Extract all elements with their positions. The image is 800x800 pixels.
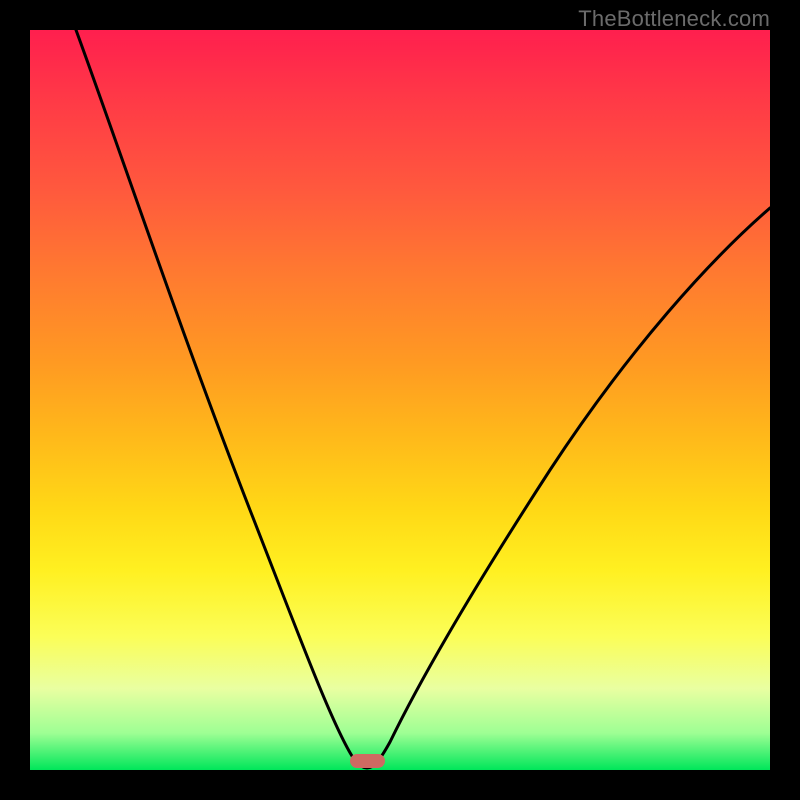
plot-area <box>30 30 770 770</box>
chart-frame: TheBottleneck.com <box>0 0 800 800</box>
optimum-marker <box>350 754 385 768</box>
watermark-text: TheBottleneck.com <box>578 6 770 32</box>
curve-path <box>76 30 770 768</box>
bottleneck-curve <box>30 30 770 770</box>
